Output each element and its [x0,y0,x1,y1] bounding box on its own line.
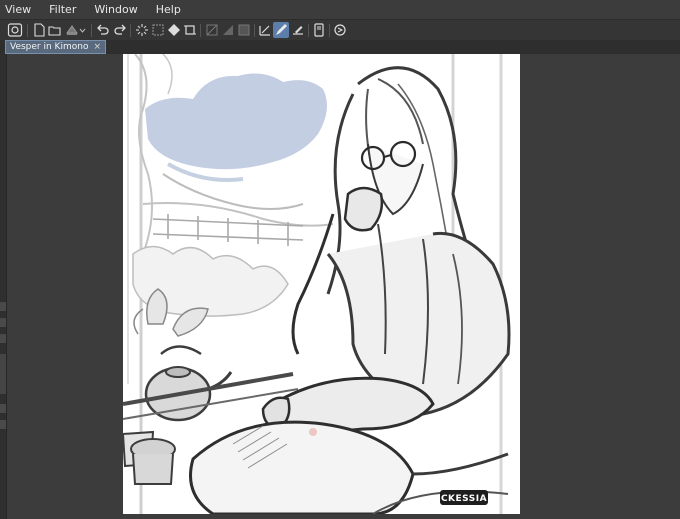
document-tab[interactable]: Vesper in Kimono × [5,40,106,54]
toolbar-separator [308,24,309,37]
pen-active-icon[interactable] [273,22,289,38]
command-bar [0,19,680,42]
dropdown-icon[interactable] [78,22,87,38]
tone-icon[interactable] [220,22,236,38]
panel-handle[interactable] [0,420,6,429]
new-file-icon[interactable] [31,22,47,38]
sketch-artwork [123,54,511,514]
menu-window[interactable]: Window [84,0,145,19]
frame-icon[interactable] [236,22,252,38]
rotate-icon[interactable] [332,22,348,38]
menu-view[interactable]: View [0,0,39,19]
left-panel-strip[interactable] [0,54,7,519]
panel-handle[interactable] [0,318,6,327]
toolbar-separator [329,24,330,37]
signature-text: CKESSIA [441,494,487,504]
toolbar-separator [200,24,201,37]
open-folder-icon[interactable] [47,22,63,38]
selection-icon[interactable] [204,22,220,38]
toolbar-separator [91,24,92,37]
panel-handle[interactable] [0,334,6,343]
artist-signature-logo: CKESSIA [440,490,488,505]
fill-icon[interactable] [166,22,182,38]
document-tab-title: Vesper in Kimono [10,42,89,52]
menu-help[interactable]: Help [146,0,189,19]
app-icon[interactable] [7,22,23,38]
crop-icon[interactable] [182,22,198,38]
toolbar-separator [254,24,255,37]
ruler-icon[interactable] [257,22,273,38]
toolbar-separator [27,24,28,37]
toolbar-separator [130,24,131,37]
correction-icon[interactable] [290,22,306,38]
device-icon[interactable] [311,22,327,38]
menu-filter[interactable]: Filter [39,0,84,19]
panel-handle[interactable] [0,302,6,311]
menu-bar: View Filter Window Help [0,0,680,19]
transform-icon[interactable] [150,22,166,38]
panel-handle[interactable] [0,354,6,394]
loading-icon[interactable] [134,22,150,38]
document-tab-bar: Vesper in Kimono × [0,40,680,54]
redo-icon[interactable] [112,22,128,38]
undo-icon[interactable] [95,22,111,38]
drawing-canvas[interactable] [123,54,520,514]
close-icon[interactable]: × [93,42,101,52]
panel-handle[interactable] [0,404,6,413]
